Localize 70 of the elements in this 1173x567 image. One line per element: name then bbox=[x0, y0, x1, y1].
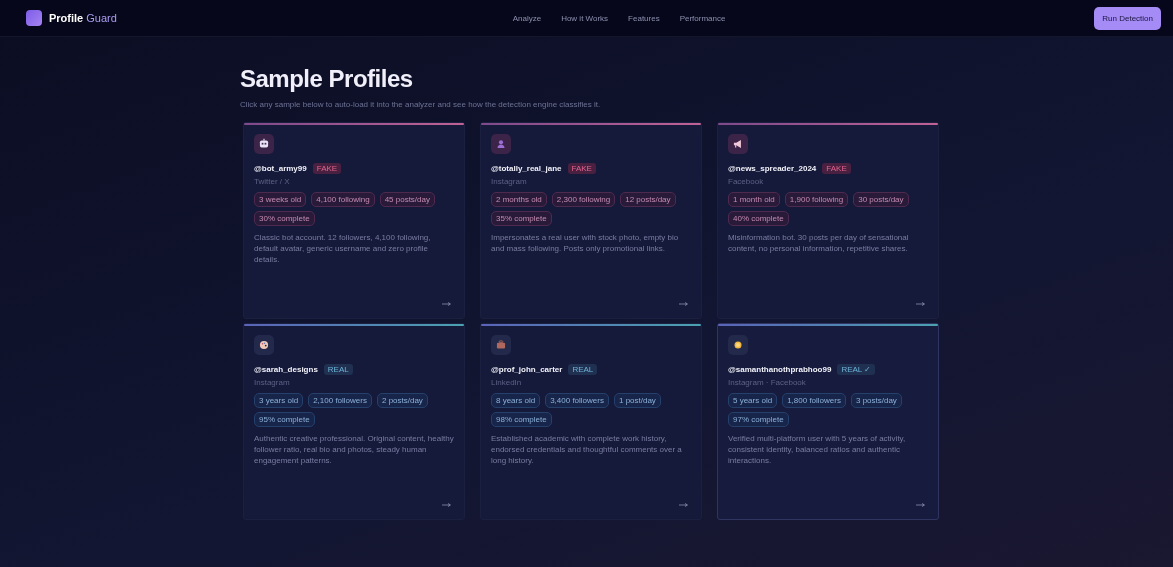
profile-card[interactable]: @totally_real_jane FAKE Instagram 2 months old 2,300 following 12 posts/day 35% complete Impersonates a real user with stock photo, empty bio and mass following. Posts only promotional links. bbox=[480, 122, 702, 319]
verdict-badge: REAL bbox=[568, 364, 598, 375]
verdict-badge: FAKE bbox=[312, 163, 342, 174]
stat-tag: 8 years old bbox=[491, 393, 541, 408]
stat-tag: 2 posts/day bbox=[376, 393, 428, 408]
stat-tag: 4,100 following bbox=[311, 192, 375, 207]
profile-description: Classic bot account. 12 followers, 4,100 following, default avatar, generic username and zero profile details. bbox=[254, 232, 432, 265]
section-subtitle: Click any sample below to auto-load it into the analyzer and see how the detection engine classifies it. bbox=[240, 99, 602, 110]
stat-tag: 2 months old bbox=[491, 192, 547, 207]
profile-card[interactable] bbox=[243, 323, 465, 520]
profile-description: Misinformation bot. 30 posts per day of sensational content, no personal information, repetitive shares. bbox=[728, 232, 910, 254]
stat-tag: 40% complete bbox=[728, 211, 789, 226]
logo-text[interactable]: Profile Guard bbox=[49, 12, 117, 24]
arrow-icon bbox=[679, 503, 689, 507]
run-detection-button[interactable]: Run Detection bbox=[1094, 6, 1161, 30]
profile-card[interactable]: @news_spreader_2024 FAKE Facebook 1 month old 1,900 following 30 posts/day 40% complete Misinformation bot. 30 posts per day of sensational content, no personal information, repetitive shares. bbox=[717, 122, 939, 319]
profile-handle: @bot_army99 bbox=[254, 164, 307, 173]
section-title: Sample Profiles bbox=[240, 65, 414, 93]
profile-handle: @samanthanothprabhoo99 bbox=[728, 365, 832, 374]
stat-tag: 30% complete bbox=[254, 211, 315, 226]
nav-link[interactable]: Features bbox=[628, 13, 660, 23]
robot-icon bbox=[257, 137, 271, 151]
arrow-icon bbox=[442, 503, 452, 507]
arrow-icon bbox=[679, 302, 689, 306]
stat-tag: 98% complete bbox=[491, 412, 552, 427]
nav-link[interactable]: Performance bbox=[679, 13, 726, 23]
arrow-icon bbox=[442, 302, 452, 306]
stat-tag: 5 years old bbox=[728, 393, 778, 408]
platform-label: Facebook bbox=[728, 177, 765, 186]
palette-icon bbox=[257, 338, 271, 352]
profile-handle: @totally_real_jane bbox=[491, 164, 562, 173]
logo-icon bbox=[26, 10, 42, 26]
platform-label: LinkedIn bbox=[491, 378, 523, 387]
stat-tag: 30 posts/day bbox=[853, 192, 909, 207]
profile-description: Verified multi-platform user with 5 years of activity, consistent identity, balanced ratios and authentic interactions. bbox=[728, 433, 907, 466]
stat-tag: 2,300 following bbox=[551, 192, 616, 207]
verdict-badge: FAKE bbox=[567, 163, 596, 174]
platform-label: Instagram bbox=[254, 378, 291, 387]
stat-tag: 95% complete bbox=[254, 412, 315, 427]
profile-handle: @sarah_designs bbox=[254, 365, 318, 374]
profile-description: Authentic creative professional. Original content, healthy follower ratio, real bio and photos, steady human engagement patterns. bbox=[254, 433, 454, 466]
arrow-icon bbox=[916, 503, 926, 507]
nav-link[interactable]: How it Works bbox=[561, 13, 609, 23]
stat-tag: 3 posts/day bbox=[850, 393, 902, 408]
arrow-icon bbox=[916, 302, 926, 306]
stat-tag: 12 posts/day bbox=[620, 192, 676, 207]
platform-label: Instagram bbox=[491, 177, 528, 186]
stat-tag: 3 years old bbox=[254, 393, 304, 408]
stat-tag: 1 month old bbox=[728, 192, 780, 207]
stat-tag: 3 weeks old bbox=[254, 192, 307, 207]
stat-tag: 2,100 followers bbox=[308, 393, 372, 408]
verdict-badge: REAL ✓ bbox=[837, 364, 876, 375]
stat-tag: 45 posts/day bbox=[379, 192, 435, 207]
profile-description: Established academic with complete work history, endorsed credentials and thoughtful comments over a long history. bbox=[491, 433, 683, 466]
stat-tag: 3,400 followers bbox=[545, 393, 609, 408]
stat-tag: 1,800 followers bbox=[782, 393, 846, 408]
platform-label: Instagram · Facebook bbox=[728, 378, 807, 387]
profile-handle: @news_spreader_2024 bbox=[728, 164, 817, 173]
profile-handle: @prof_john_carter bbox=[491, 365, 563, 374]
verdict-badge: REAL bbox=[323, 364, 353, 375]
stat-tag: 1 post/day bbox=[613, 393, 661, 408]
briefcase-icon bbox=[494, 338, 508, 352]
stat-tag: 97% complete bbox=[728, 412, 789, 427]
profile-card[interactable]: @prof_john_carter REAL LinkedIn 8 years old 3,400 followers 1 post/day 98% complete Established academic with complete work history, endorsed credentials and thoughtful comments over a long history. bbox=[480, 323, 702, 520]
profile-description: Impersonates a real user with stock photo, empty bio and mass following. Posts only promotional links. bbox=[491, 232, 680, 254]
verdict-badge: FAKE bbox=[822, 163, 851, 174]
nav-link[interactable]: Analyze bbox=[512, 13, 542, 23]
stat-tag: 1,900 following bbox=[784, 192, 849, 207]
stat-tag: 35% complete bbox=[491, 211, 552, 226]
profile-card[interactable] bbox=[717, 323, 939, 520]
